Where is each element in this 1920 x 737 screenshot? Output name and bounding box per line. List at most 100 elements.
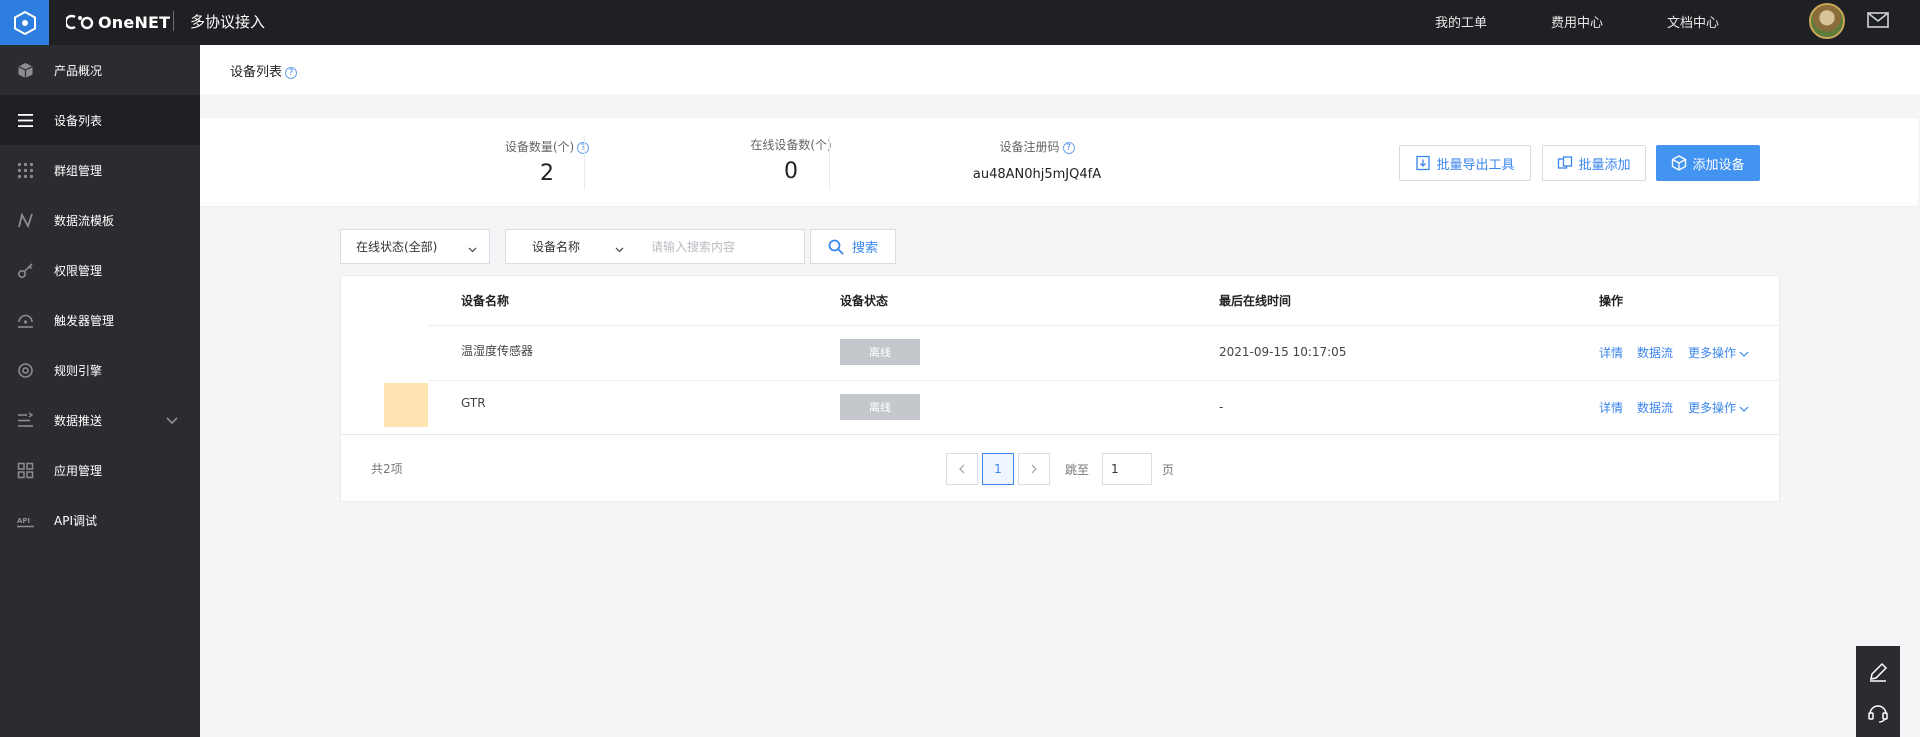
dataflow-link[interactable]: 数据流 bbox=[1637, 344, 1673, 361]
help-icon[interactable]: ? bbox=[1062, 141, 1075, 154]
rule-engine-icon bbox=[17, 362, 34, 379]
more-actions-label: 更多操作 bbox=[1688, 401, 1737, 415]
sidebar-item-rule-engine[interactable]: 规则引擎 bbox=[0, 345, 200, 395]
dataflow-icon bbox=[17, 212, 34, 229]
cube-icon bbox=[1672, 155, 1687, 171]
help-icon[interactable]: ? bbox=[285, 66, 298, 79]
sidebar-item-label: 产品概况 bbox=[54, 64, 103, 78]
sidebar-item-label: 群组管理 bbox=[54, 164, 103, 178]
reg-code-label: 设备注册码? bbox=[922, 138, 1152, 155]
export-icon bbox=[1416, 155, 1431, 171]
hexagon-logo-icon[interactable] bbox=[0, 0, 49, 45]
list-icon bbox=[17, 112, 34, 129]
nav-billing-center[interactable]: 费用中心 bbox=[1551, 12, 1603, 31]
mail-icon[interactable] bbox=[1866, 10, 1890, 30]
sidebar-item-app-management[interactable]: 应用管理 bbox=[0, 445, 200, 495]
floating-toolbar bbox=[1856, 646, 1900, 737]
online-count-stat: 在线设备数(个) 0 bbox=[676, 136, 906, 184]
divider bbox=[341, 434, 1779, 435]
search-button-label: 搜索 bbox=[851, 241, 878, 256]
divider bbox=[428, 325, 1779, 326]
sidebar-item-trigger[interactable]: 触发器管理 bbox=[0, 295, 200, 345]
column-header-last-online: 最后在线时间 bbox=[1219, 294, 1292, 308]
sidebar-item-group-management[interactable]: 群组管理 bbox=[0, 145, 200, 195]
grid-dots-icon bbox=[17, 162, 34, 179]
divider bbox=[829, 136, 830, 190]
detail-link[interactable]: 详情 bbox=[1599, 344, 1623, 361]
sidebar-item-device-list[interactable]: 设备列表 bbox=[0, 95, 200, 145]
sidebar-item-product-overview[interactable]: 产品概况 bbox=[0, 45, 200, 95]
last-online-time: 2021-09-15 10:17:05 bbox=[1219, 345, 1347, 359]
nav-my-tickets[interactable]: 我的工单 bbox=[1435, 12, 1487, 31]
total-count: 共2项 bbox=[371, 462, 403, 476]
chevron-down-icon[interactable] bbox=[165, 413, 179, 427]
page-title: 设备列表? bbox=[230, 61, 298, 80]
reg-code-value[interactable]: au48AN0hj5mJQ4fA bbox=[922, 167, 1152, 182]
nav-docs-center[interactable]: 文档中心 bbox=[1667, 12, 1719, 31]
cube-icon bbox=[17, 62, 34, 79]
key-icon bbox=[17, 262, 34, 279]
device-count-value: 2 bbox=[540, 161, 554, 186]
more-actions-link[interactable]: 更多操作 bbox=[1688, 399, 1749, 416]
product-name: 多协议接入 bbox=[190, 13, 266, 31]
device-count-stat: 设备数量(个)? 2 bbox=[432, 138, 662, 186]
page-1-button[interactable]: 1 bbox=[982, 453, 1014, 485]
push-icon bbox=[17, 412, 34, 429]
dataflow-link[interactable]: 数据流 bbox=[1637, 399, 1673, 416]
chevron-left-icon bbox=[959, 464, 965, 474]
sidebar-item-label: 应用管理 bbox=[54, 464, 103, 478]
next-page-button[interactable] bbox=[1018, 453, 1050, 485]
goto-page-input[interactable]: 1 bbox=[1102, 453, 1152, 485]
sidebar-item-dataflow-template[interactable]: 数据流模板 bbox=[0, 195, 200, 245]
device-name[interactable]: GTR bbox=[461, 396, 486, 410]
add-device-button[interactable]: 添加设备 bbox=[1656, 145, 1760, 181]
sidebar-item-label: 数据流模板 bbox=[54, 214, 115, 228]
divider bbox=[584, 136, 585, 190]
last-online-time: - bbox=[1219, 400, 1224, 414]
headset-icon[interactable] bbox=[1867, 701, 1889, 723]
divider bbox=[428, 380, 1779, 381]
device-table: 设备名称 设备状态 最后在线时间 操作 温湿度传感器 离线 2021-09-15… bbox=[340, 275, 1780, 502]
api-icon: API bbox=[17, 512, 34, 529]
page-unit-label: 页 bbox=[1162, 463, 1175, 477]
brand-logo[interactable]: OneNET bbox=[66, 9, 170, 35]
sidebar-item-api-debug[interactable]: API API调试 bbox=[0, 495, 200, 545]
status-badge: 离线 bbox=[840, 339, 920, 365]
search-input[interactable]: 请输入搜索内容 bbox=[636, 229, 805, 264]
top-bar: OneNET 多协议接入 我的工单 费用中心 文档中心 bbox=[0, 0, 1920, 45]
detail-link[interactable]: 详情 bbox=[1599, 399, 1623, 416]
sidebar-item-label: API调试 bbox=[54, 514, 97, 528]
batch-export-button[interactable]: 批量导出工具 bbox=[1399, 145, 1531, 181]
user-avatar[interactable] bbox=[1809, 3, 1845, 39]
sidebar-item-permission[interactable]: 权限管理 bbox=[0, 245, 200, 295]
onenet-mark-icon bbox=[66, 14, 94, 30]
sidebar-item-label: 数据推送 bbox=[54, 414, 103, 428]
sidebar-item-data-push[interactable]: 数据推送 bbox=[0, 395, 200, 445]
chevron-down-icon bbox=[468, 243, 477, 253]
stats-bar: 设备数量(个)? 2 在线设备数(个) 0 设备注册码? au48AN0hj5m… bbox=[200, 117, 1918, 207]
chevron-down-icon bbox=[1739, 406, 1749, 412]
batch-add-label: 批量添加 bbox=[1578, 157, 1631, 173]
batch-add-icon bbox=[1558, 156, 1573, 169]
search-button[interactable]: 搜索 bbox=[810, 229, 896, 264]
more-actions-link[interactable]: 更多操作 bbox=[1688, 344, 1749, 361]
sidebar-item-label: 设备列表 bbox=[54, 114, 103, 128]
column-header-name: 设备名称 bbox=[461, 294, 510, 308]
status-filter-select[interactable]: 在线状态(全部) bbox=[340, 229, 490, 264]
brand-divider bbox=[173, 11, 174, 31]
batch-export-label: 批量导出工具 bbox=[1436, 157, 1515, 173]
goto-label: 跳至 bbox=[1065, 463, 1090, 477]
trigger-icon bbox=[17, 312, 34, 329]
page-title-text: 设备列表 bbox=[230, 65, 283, 80]
status-badge: 离线 bbox=[840, 394, 920, 420]
search-field-select[interactable]: 设备名称 bbox=[505, 229, 637, 264]
device-count-label: 设备数量(个)? bbox=[432, 138, 662, 155]
batch-add-button[interactable]: 批量添加 bbox=[1542, 145, 1646, 181]
device-thumbnail bbox=[384, 383, 428, 427]
device-name[interactable]: 温湿度传感器 bbox=[461, 342, 533, 359]
apps-icon bbox=[17, 462, 34, 479]
prev-page-button[interactable] bbox=[946, 453, 978, 485]
pen-icon[interactable] bbox=[1867, 661, 1889, 683]
reg-code-stat: 设备注册码? au48AN0hj5mJQ4fA bbox=[922, 138, 1152, 182]
chevron-down-icon bbox=[1739, 351, 1749, 357]
